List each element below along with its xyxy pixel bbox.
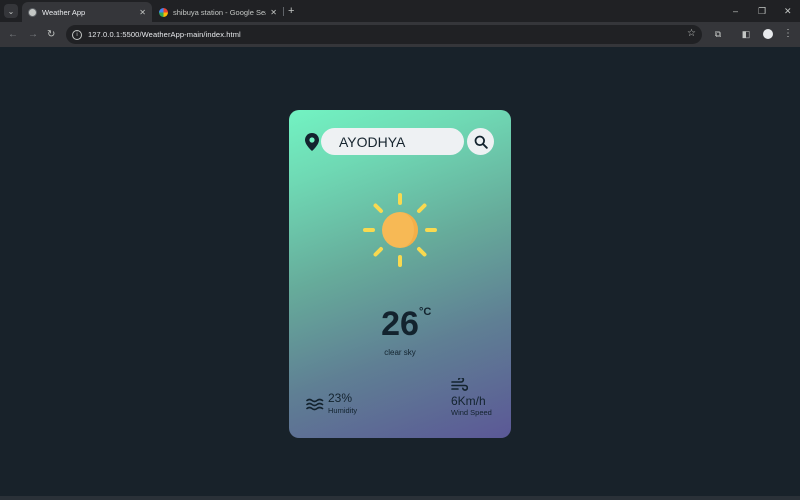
profile-avatar-icon[interactable] (763, 29, 773, 39)
url-text[interactable]: 127.0.0.1:5500/WeatherApp-main/index.htm… (88, 30, 241, 39)
reload-icon[interactable]: ↻ (47, 28, 55, 41)
map-pin-icon (305, 133, 319, 151)
tab-separator (283, 7, 284, 16)
restore-button[interactable]: ❐ (758, 4, 766, 18)
search-icon (474, 135, 488, 149)
weather-card (289, 110, 511, 438)
wind-icon (451, 378, 468, 391)
temperature-value: 26 (381, 305, 419, 343)
tab-close-icon[interactable]: ✕ (139, 8, 146, 17)
tab-close-icon[interactable]: ✕ (270, 8, 277, 17)
globe-icon (28, 7, 37, 17)
extensions-icon[interactable]: ⧉ (713, 29, 723, 39)
humidity-value: 23% (328, 391, 353, 405)
bookmark-star-icon[interactable]: ☆ (687, 28, 696, 39)
city-search-box[interactable] (321, 128, 464, 155)
tab-search-icon[interactable]: ⌄ (4, 4, 18, 18)
minimize-button[interactable]: – (733, 4, 738, 18)
search-button[interactable] (467, 128, 494, 155)
side-panel-icon[interactable]: ◧ (741, 29, 751, 39)
tab-google-search[interactable]: shibuya station - Google Search ✕ (153, 2, 283, 22)
new-tab-button[interactable]: + (288, 4, 294, 18)
tab-title: Weather App (42, 7, 86, 17)
tab-weather-app[interactable]: Weather App ✕ (22, 2, 152, 22)
address-bar[interactable]: i 127.0.0.1:5500/WeatherApp-main/index.h… (66, 25, 702, 44)
temperature-block: 26 (289, 305, 511, 344)
back-arrow-icon[interactable]: ← (8, 28, 18, 41)
google-icon (159, 7, 168, 17)
forward-arrow-icon[interactable]: → (28, 28, 38, 41)
menu-kebab-icon[interactable]: ⋮ (783, 29, 793, 39)
tab-title: shibuya station - Google Search (173, 7, 266, 17)
tab-strip: ⌄ Weather App ✕ shibuya station - Google… (0, 0, 800, 22)
weather-description: clear sky (384, 348, 416, 357)
window-bottom-border (0, 496, 800, 500)
waves-icon (306, 398, 324, 411)
humidity-label: Humidity (328, 406, 358, 415)
wind-speed-label: Wind Speed (451, 408, 492, 417)
temperature-unit: °C (419, 306, 432, 318)
browser-toolbar: ← → ↻ i 127.0.0.1:5500/WeatherApp-main/i… (0, 22, 800, 47)
site-info-icon[interactable]: i (72, 29, 82, 40)
close-window-button[interactable]: ✕ (784, 4, 792, 18)
city-search-input[interactable] (339, 133, 459, 150)
sun-icon (363, 193, 437, 267)
wind-speed-value: 6Km/h (451, 394, 486, 408)
